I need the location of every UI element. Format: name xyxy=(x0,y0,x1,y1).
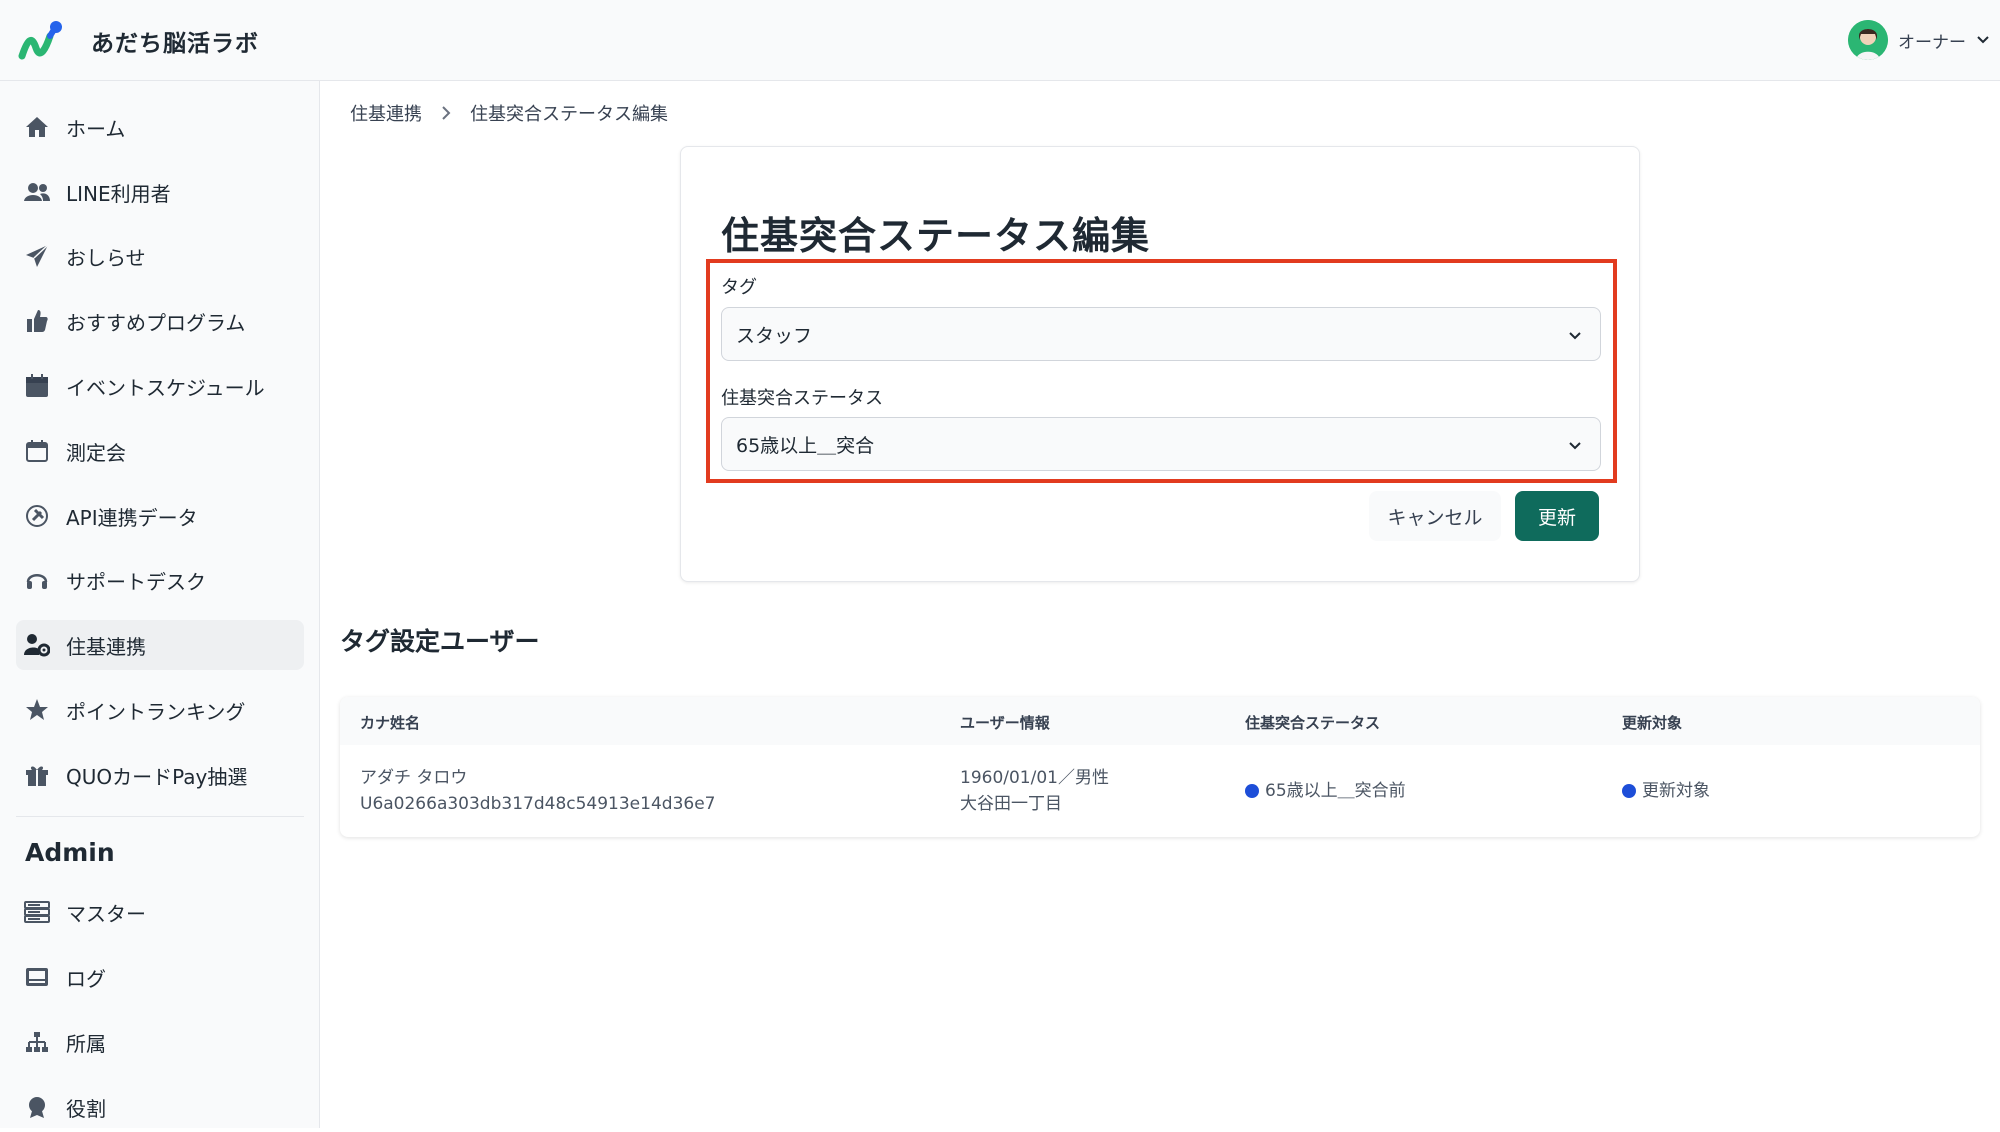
app-logo-icon[interactable] xyxy=(18,18,64,62)
headset-icon xyxy=(24,567,50,593)
user-gear-icon xyxy=(24,632,50,658)
user-avatar xyxy=(1848,20,1888,60)
top-header: あだち脳活ラボ オーナー xyxy=(0,0,2000,81)
avatar-icon xyxy=(1848,20,1888,60)
column-header: 住基突合ステータス xyxy=(1245,714,1381,732)
app-title[interactable]: あだち脳活ラボ xyxy=(91,24,259,58)
update-button[interactable]: 更新 xyxy=(1515,491,1599,541)
table-header: カナ姓名 ユーザー情報 住基突合ステータス 更新対象 xyxy=(340,697,1980,745)
column-header: ユーザー情報 xyxy=(960,714,1050,732)
column-header: カナ姓名 xyxy=(360,714,421,732)
users-icon xyxy=(24,179,50,205)
sidebar-item-role[interactable]: 役割 xyxy=(16,1082,304,1132)
sidebar-item-label: マスター xyxy=(66,901,146,926)
calendar-icon xyxy=(24,373,50,399)
sidebar-item-label: ホーム xyxy=(66,116,126,141)
chevron-down-icon xyxy=(1569,442,1581,450)
table-cell-name: アダチ タロウ U6a0266a303db317d48c54913e14d36e… xyxy=(360,765,715,817)
status-dot-icon xyxy=(1245,784,1259,798)
breadcrumb-current: 住基突合ステータス編集 xyxy=(470,104,668,125)
sidebar-item-label: イベントスケジュール xyxy=(66,375,265,400)
sidebar-item-label: API連携データ xyxy=(66,505,198,530)
sidebar-item-support-desk[interactable]: サポートデスク xyxy=(16,555,304,605)
status-select-value: 65歳以上＿突合 xyxy=(736,434,875,457)
sidebar: ホーム LINE利用者 おしらせ おすすめプログラム イベントスケジュール 測定… xyxy=(0,81,320,1128)
tag-users-table: カナ姓名 ユーザー情報 住基突合ステータス 更新対象 アダチ タロウ U6a02… xyxy=(340,697,1980,837)
tag-select[interactable]: スタッフ xyxy=(721,307,1601,361)
chevron-down-icon xyxy=(1977,36,1989,44)
sidebar-item-point-ranking[interactable]: ポイントランキング xyxy=(16,685,304,735)
status-edit-card: 住基突合ステータス編集 タグ スタッフ 住基突合ステータス 65歳以上＿突合 キ… xyxy=(680,146,1640,582)
sitemap-icon xyxy=(24,1029,50,1055)
sidebar-item-juki-link[interactable]: 住基連携 xyxy=(16,620,304,670)
gift-icon xyxy=(24,762,50,788)
user-info-birth-gender: 1960/01/01／男性 xyxy=(960,768,1109,788)
sidebar-item-label: ログ xyxy=(66,966,106,991)
sidebar-item-news[interactable]: おしらせ xyxy=(16,231,304,281)
sidebar-divider xyxy=(16,816,304,817)
user-name: オーナー xyxy=(1898,32,1966,53)
star-icon xyxy=(24,697,50,723)
tag-field-label: タグ xyxy=(721,277,757,298)
sidebar-item-label: 役割 xyxy=(66,1096,106,1121)
status-text: 65歳以上＿突合前 xyxy=(1265,781,1406,801)
update-target-text: 更新対象 xyxy=(1642,781,1710,801)
sidebar-item-master[interactable]: マスター xyxy=(16,887,304,937)
status-dot-icon xyxy=(1622,784,1636,798)
cancel-button[interactable]: キャンセル xyxy=(1369,491,1501,541)
sidebar-item-label: 測定会 xyxy=(66,440,126,465)
sidebar-item-label: サポートデスク xyxy=(66,569,206,594)
sidebar-item-quo-lottery[interactable]: QUOカードPay抽選 xyxy=(16,750,304,800)
sidebar-item-measurement[interactable]: 測定会 xyxy=(16,426,304,476)
plug-icon xyxy=(24,503,50,529)
table-cell-status: 65歳以上＿突合前 xyxy=(1245,778,1406,804)
kana-name: アダチ タロウ xyxy=(360,768,468,788)
tag-select-value: スタッフ xyxy=(736,324,813,347)
chevron-right-icon xyxy=(442,106,451,120)
home-icon xyxy=(24,114,50,140)
breadcrumb: 住基連携 住基突合ステータス編集 xyxy=(350,100,668,126)
sidebar-item-label: QUOカードPay抽選 xyxy=(66,764,248,789)
sidebar-item-line-users[interactable]: LINE利用者 xyxy=(16,167,304,217)
table-cell-user-info: 1960/01/01／男性 大谷田一丁目 xyxy=(960,765,1109,817)
award-icon xyxy=(24,1094,50,1120)
sidebar-item-programs[interactable]: おすすめプログラム xyxy=(16,296,304,346)
calendar-blank-icon xyxy=(24,438,50,464)
sidebar-item-log[interactable]: ログ xyxy=(16,952,304,1002)
sidebar-item-api-data[interactable]: API連携データ xyxy=(16,491,304,541)
sidebar-item-label: おしらせ xyxy=(66,245,146,270)
sidebar-item-event-schedule[interactable]: イベントスケジュール xyxy=(16,361,304,411)
user-info-address: 大谷田一丁目 xyxy=(960,794,1062,814)
sidebar-item-label: LINE利用者 xyxy=(66,181,171,206)
status-select[interactable]: 65歳以上＿突合 xyxy=(721,417,1601,471)
sidebar-item-label: ポイントランキング xyxy=(66,699,246,724)
column-header: 更新対象 xyxy=(1622,714,1683,732)
log-icon xyxy=(24,964,50,990)
sidebar-item-label: 住基連携 xyxy=(66,634,146,659)
sidebar-item-label: おすすめプログラム xyxy=(66,310,246,335)
server-icon xyxy=(24,899,50,925)
admin-section-title: Admin xyxy=(25,838,115,867)
sidebar-item-label: 所属 xyxy=(66,1031,106,1056)
status-field-label: 住基突合ステータス xyxy=(721,388,883,409)
sidebar-item-affiliation[interactable]: 所属 xyxy=(16,1017,304,1067)
breadcrumb-link-juki[interactable]: 住基連携 xyxy=(350,100,422,126)
paper-plane-icon xyxy=(24,243,50,269)
table-cell-update-target: 更新対象 xyxy=(1622,778,1710,804)
line-user-id: U6a0266a303db317d48c54913e14d36e7 xyxy=(360,794,716,814)
sidebar-item-home[interactable]: ホーム xyxy=(16,102,304,152)
user-menu[interactable]: オーナー xyxy=(1848,20,1990,60)
section-title: タグ設定ユーザー xyxy=(340,627,540,656)
thumbs-up-icon xyxy=(24,308,50,334)
chevron-down-icon xyxy=(1569,332,1581,340)
page-title: 住基突合ステータス編集 xyxy=(721,214,1151,258)
